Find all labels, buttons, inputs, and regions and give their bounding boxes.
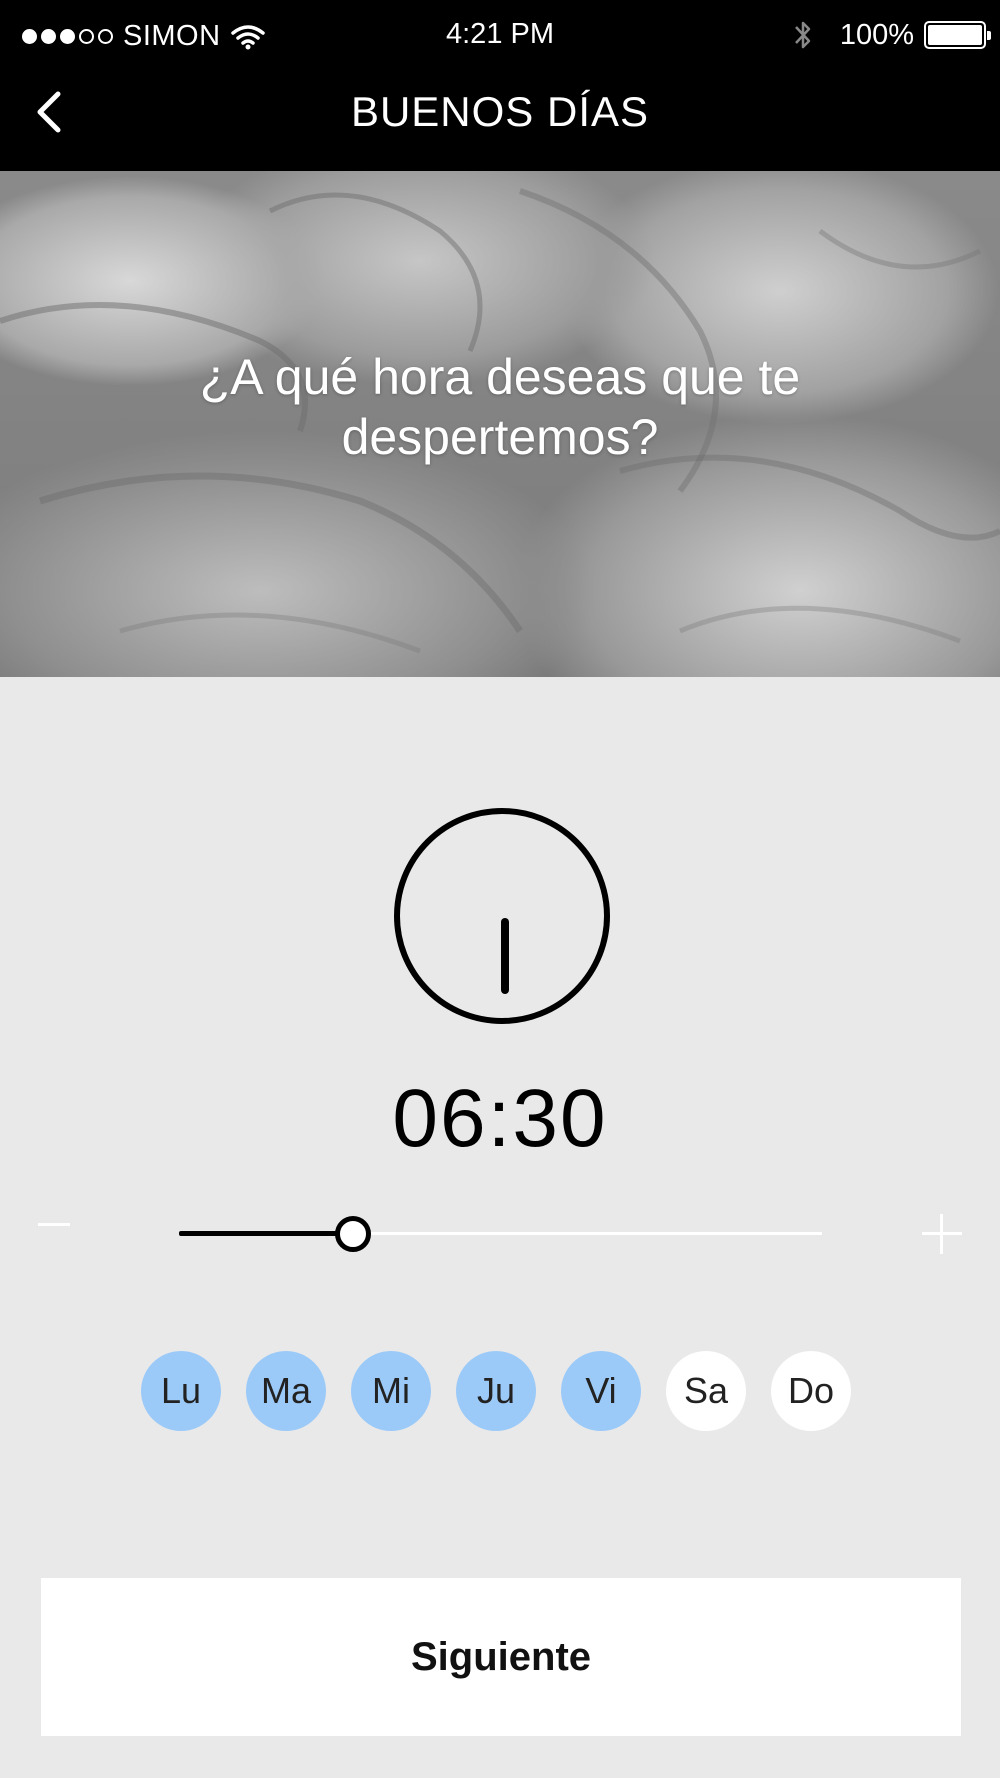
increase-time-button[interactable] [922,1214,962,1254]
day-toggle-do[interactable]: Do [771,1351,851,1431]
wake-time-question: ¿A qué hora deseas que te despertemos? [199,349,801,465]
top-bar: SIMON 4:21 PM 100% BUENOS DÍAS [0,0,1000,171]
alarm-time: 06:30 [392,1073,608,1164]
time-slider[interactable] [179,1216,822,1252]
status-bar: SIMON 4:21 PM 100% [0,0,1000,72]
battery-percentage: 100% [839,18,914,51]
day-toggle-sa[interactable]: Sa [666,1351,746,1431]
slider-thumb[interactable] [334,1216,371,1252]
clock-hand [501,918,509,994]
day-toggle-ma[interactable]: Ma [246,1351,326,1431]
weekday-selector: Lu Ma Mi Ju Vi Sa Do [141,1351,861,1431]
bluetooth-icon [794,21,811,49]
day-toggle-lu[interactable]: Lu [141,1351,221,1431]
decrease-time-button[interactable] [38,1220,74,1228]
page-title: BUENOS DÍAS [350,88,650,135]
minus-icon [38,1223,70,1226]
hero-image: ¿A qué hora deseas que te despertemos? [0,171,1000,677]
battery-icon [924,21,991,49]
next-button[interactable]: Siguiente [41,1578,961,1736]
day-toggle-mi[interactable]: Mi [351,1351,431,1431]
day-toggle-ju[interactable]: Ju [456,1351,536,1431]
plus-icon-vertical [940,1214,943,1254]
clock-icon [394,808,610,1024]
status-right: 100% [792,18,991,52]
day-toggle-vi[interactable]: Vi [561,1351,641,1431]
slider-fill [179,1231,353,1236]
